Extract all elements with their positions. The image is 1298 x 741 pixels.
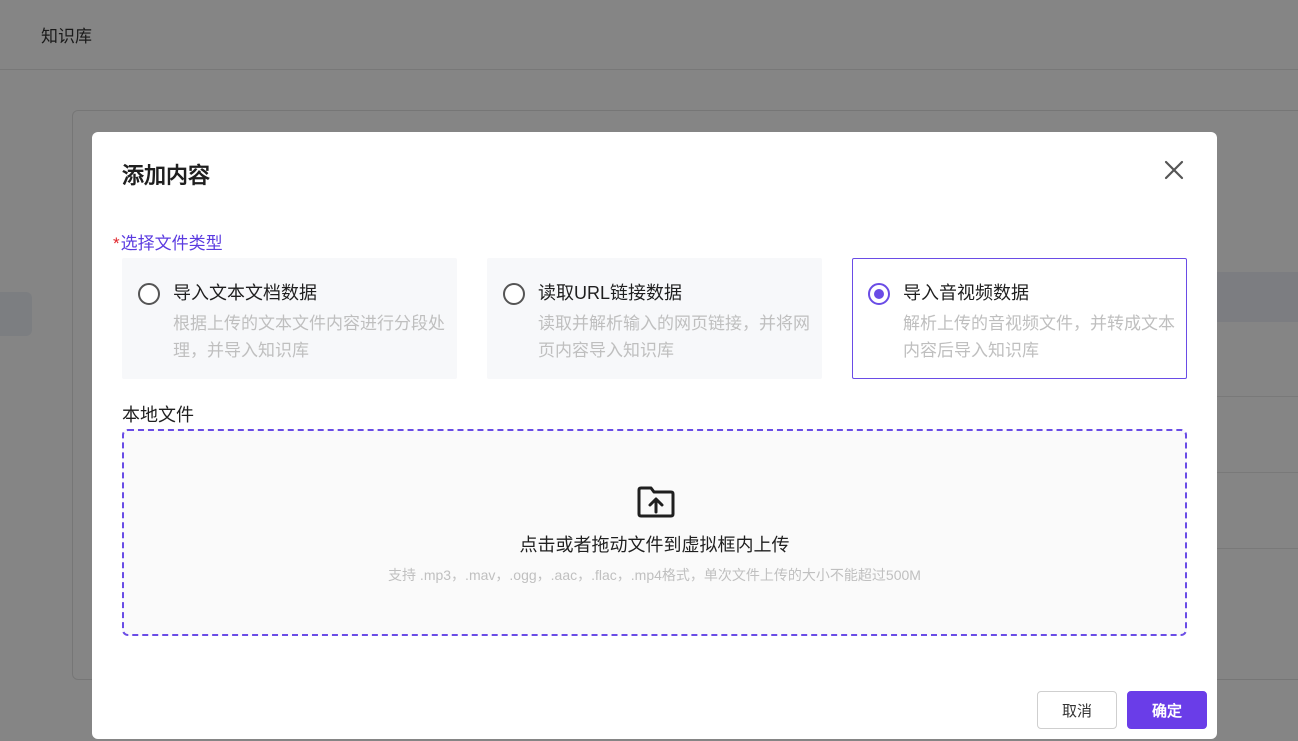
- cancel-button[interactable]: 取消: [1037, 691, 1117, 729]
- upload-dropzone[interactable]: 点击或者拖动文件到虚拟框内上传 支持 .mp3，.mav，.ogg，.aac，.…: [122, 429, 1187, 636]
- option-audio-video[interactable]: 导入音视频数据 解析上传的音视频文件，并转成文本内容后导入知识库: [852, 258, 1187, 379]
- option-description: 根据上传的文本文件内容进行分段处理，并导入知识库: [173, 314, 445, 360]
- option-description: 读取并解析输入的网页链接，并将网页内容导入知识库: [538, 314, 810, 360]
- dialog-title: 添加内容: [122, 163, 211, 188]
- folder-upload-icon: [637, 486, 675, 518]
- local-file-label: 本地文件: [122, 405, 194, 425]
- close-button[interactable]: [1160, 156, 1188, 184]
- dropzone-hint: 支持 .mp3，.mav，.ogg，.aac，.flac，.mp4格式，单次文件…: [388, 567, 921, 583]
- radio-button[interactable]: [503, 283, 525, 305]
- confirm-button[interactable]: 确定: [1127, 691, 1207, 729]
- option-title: 导入文本文档数据: [173, 283, 317, 303]
- dropzone-text: 点击或者拖动文件到虚拟框内上传: [519, 535, 790, 555]
- add-content-dialog: 添加内容 *选择文件类型 导入文本文档数据 根据上传的文本文件内容进行分段处理，…: [92, 132, 1217, 739]
- option-text-document[interactable]: 导入文本文档数据 根据上传的文本文件内容进行分段处理，并导入知识库: [122, 258, 457, 379]
- option-title: 导入音视频数据: [903, 283, 1029, 303]
- radio-button-checked[interactable]: [868, 283, 890, 305]
- file-type-label-text: 选择文件类型: [120, 234, 223, 253]
- required-mark: *: [113, 234, 120, 253]
- option-description: 解析上传的音视频文件，并转成文本内容后导入知识库: [903, 314, 1175, 360]
- option-url-link[interactable]: 读取URL链接数据 读取并解析输入的网页链接，并将网页内容导入知识库: [487, 258, 822, 379]
- option-title: 读取URL链接数据: [538, 283, 683, 303]
- file-type-label: *选择文件类型: [113, 229, 223, 254]
- radio-button[interactable]: [138, 283, 160, 305]
- close-icon: [1164, 160, 1184, 180]
